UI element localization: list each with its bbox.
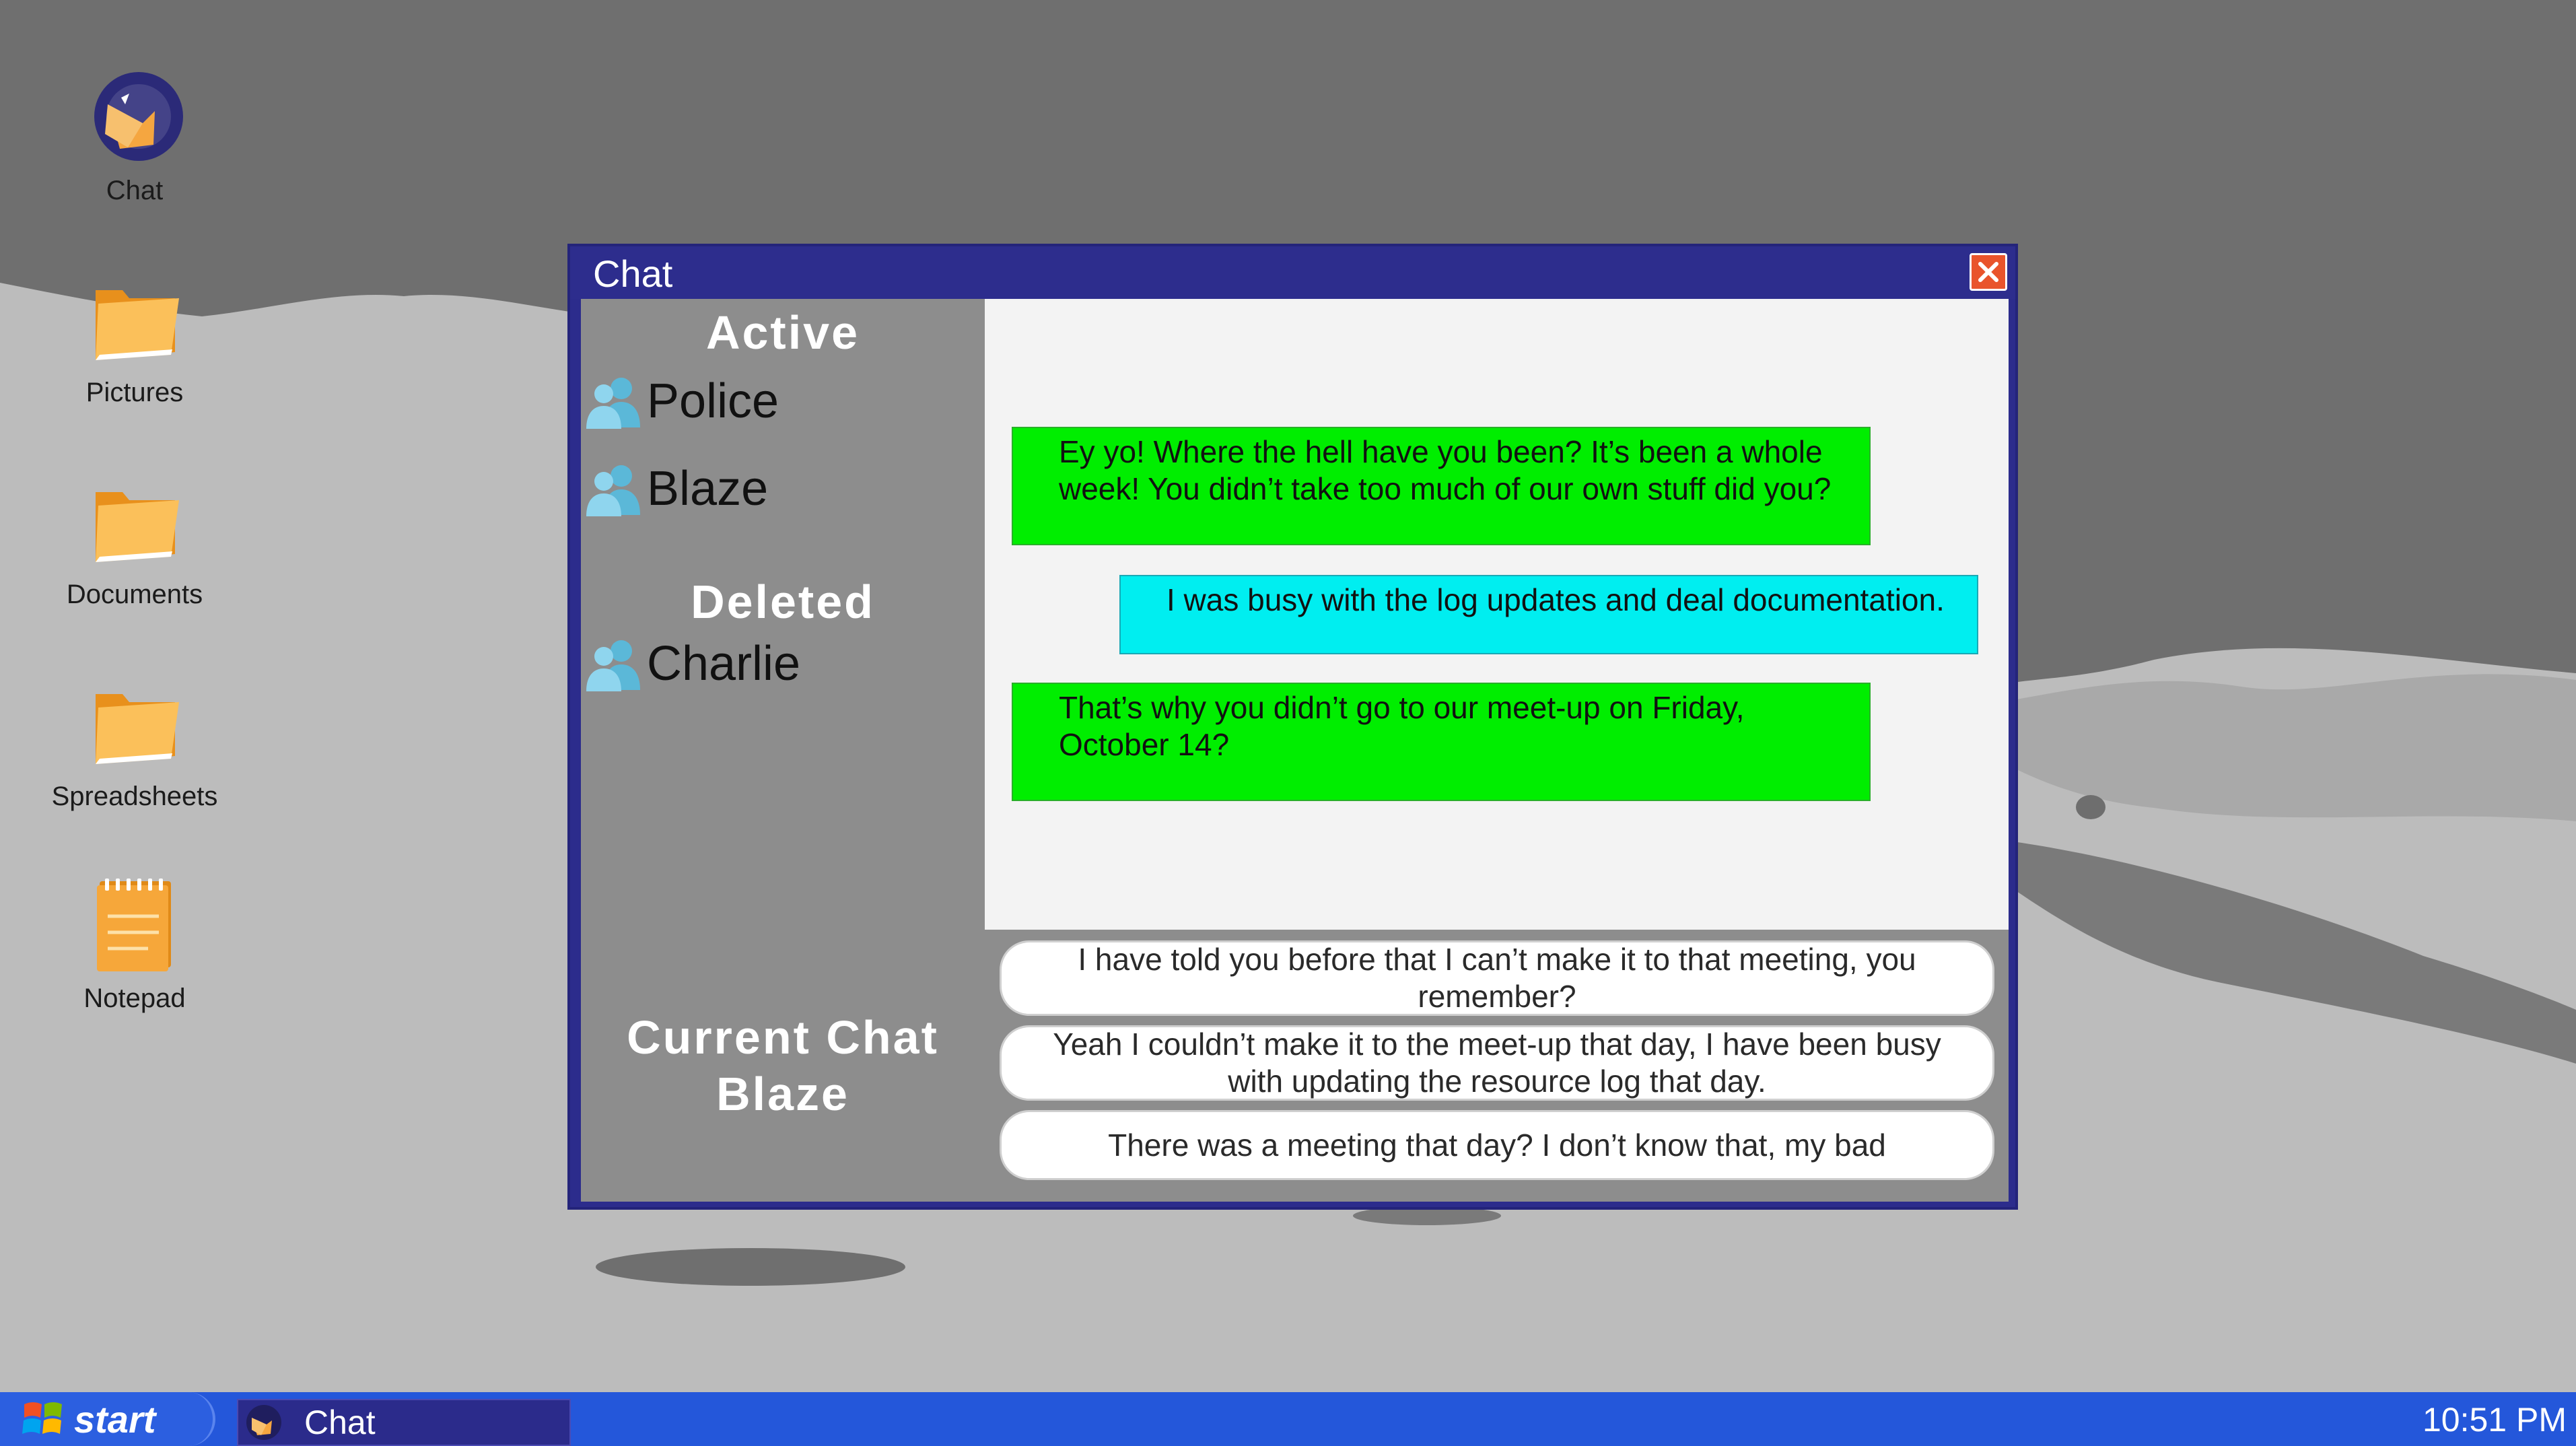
current-chat-indicator: Current Chat Blaze bbox=[581, 1009, 985, 1122]
windows-logo-icon bbox=[22, 1402, 62, 1434]
desktop-icon-label: Documents bbox=[66, 580, 203, 609]
system-clock: 10:51 PM bbox=[2422, 1401, 2567, 1439]
taskbar: start Chat 10:51 PM bbox=[0, 1392, 2576, 1446]
desktop-icon-spreadsheets[interactable]: Spreadsheets bbox=[34, 670, 236, 812]
desktop-icon-label: Notepad bbox=[83, 984, 186, 1013]
window-title-bar[interactable]: Chat bbox=[570, 246, 2015, 299]
close-icon bbox=[1978, 262, 1998, 282]
contact-police[interactable]: Police bbox=[581, 368, 985, 435]
desktop-icon-chat[interactable]: Chat bbox=[34, 64, 236, 206]
desktop-icon-notepad[interactable]: Notepad bbox=[34, 872, 236, 1014]
start-button[interactable]: start bbox=[0, 1392, 215, 1446]
outgoing-message: I was busy with the log updates and deal… bbox=[1119, 575, 1978, 654]
contact-charlie[interactable]: Charlie bbox=[581, 630, 985, 697]
chat-app-icon bbox=[94, 72, 183, 161]
message-history: Ey yo! Where the hell have you been? It’… bbox=[985, 299, 2009, 930]
desktop-icon-label: Pictures bbox=[85, 378, 184, 407]
active-heading: Active bbox=[705, 306, 860, 359]
notepad-icon bbox=[97, 879, 171, 971]
taskbar-item-label: Chat bbox=[304, 1404, 376, 1441]
chat-app-icon bbox=[246, 1405, 281, 1440]
contact-blaze[interactable]: Blaze bbox=[581, 455, 985, 522]
deleted-heading: Deleted bbox=[691, 576, 875, 628]
folder-icon bbox=[96, 694, 179, 764]
current-chat-label: Current Chat bbox=[627, 1011, 939, 1064]
desktop-icon-documents[interactable]: Documents bbox=[34, 468, 236, 610]
desktop-icon-pictures[interactable]: Pictures bbox=[34, 266, 236, 408]
reply-option[interactable]: Yeah I couldn’t make it to the meet-up t… bbox=[1000, 1025, 1994, 1101]
people-icon bbox=[586, 465, 640, 516]
reply-option[interactable]: There was a meeting that day? I don’t kn… bbox=[1000, 1110, 1994, 1180]
contact-name: Police bbox=[647, 374, 779, 428]
contact-name: Charlie bbox=[647, 637, 801, 691]
folder-icon bbox=[96, 290, 179, 360]
desktop-icon-label: Spreadsheets bbox=[51, 782, 218, 811]
reply-option[interactable]: I have told you before that I can’t make… bbox=[1000, 940, 1994, 1016]
chat-window: Chat Active Police Blaze Deleted Charlie… bbox=[567, 244, 2018, 1210]
reply-options: I have told you before that I can’t make… bbox=[985, 930, 2009, 1202]
start-label: start bbox=[74, 1398, 156, 1441]
incoming-message: That’s why you didn’t go to our meet-up … bbox=[1012, 683, 1871, 801]
window-title: Chat bbox=[593, 252, 673, 295]
desktop-icon-label: Chat bbox=[106, 176, 164, 205]
taskbar-item-chat[interactable]: Chat bbox=[237, 1399, 571, 1446]
current-chat-name: Blaze bbox=[716, 1068, 849, 1120]
contact-name: Blaze bbox=[647, 462, 769, 516]
people-icon bbox=[586, 378, 640, 429]
incoming-message: Ey yo! Where the hell have you been? It’… bbox=[1012, 427, 1871, 545]
folder-icon bbox=[96, 492, 179, 562]
close-button[interactable] bbox=[1970, 253, 2007, 291]
people-icon bbox=[586, 640, 640, 691]
contacts-sidebar: Active Police Blaze Deleted Charlie Curr… bbox=[581, 299, 985, 1202]
